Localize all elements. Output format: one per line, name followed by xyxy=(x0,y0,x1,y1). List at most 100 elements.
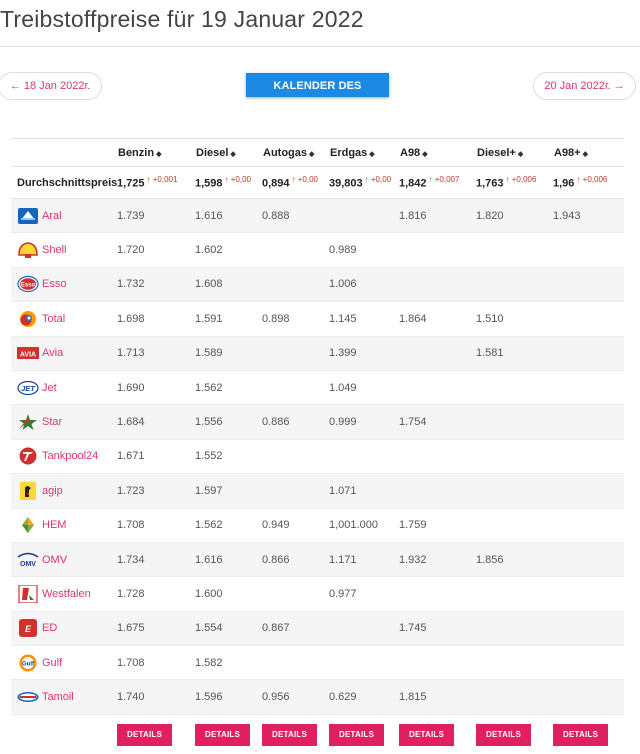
station-cell: Westfalen xyxy=(11,577,117,611)
details-button-erdgas[interactable]: DETAILS xyxy=(329,723,385,746)
price-cell: 1.820 xyxy=(476,209,504,222)
column-header-diesel[interactable]: Diesel ◆ xyxy=(195,139,262,167)
column-header-a98[interactable]: A98 ◆ xyxy=(399,139,476,167)
price-cell: 1.759 xyxy=(399,519,427,532)
price-cell xyxy=(553,542,624,576)
svg-text:Gulf: Gulf xyxy=(22,661,35,667)
previous-day-button[interactable]: ← 18 Jan 2022г. xyxy=(0,72,102,100)
station-link[interactable]: Gulf xyxy=(42,657,62,669)
sort-icon: ◆ xyxy=(422,150,428,158)
column-header-benzin[interactable]: Benzin ◆ xyxy=(117,139,195,167)
station-cell: Shell xyxy=(11,233,117,267)
station-link[interactable]: Avia xyxy=(42,347,63,359)
price-cell xyxy=(553,336,624,370)
price-cell: 1.616 xyxy=(195,209,223,222)
tamoil-logo-icon xyxy=(17,688,39,706)
price-cell: 1.671 xyxy=(117,450,145,463)
column-header-autogas[interactable]: Autogas ◆ xyxy=(262,139,329,167)
table-row: JET Jet 1.690 1.562 1.049 xyxy=(11,370,624,405)
svg-text:Esso: Esso xyxy=(21,283,36,289)
price-cell: 1.943 xyxy=(553,209,581,222)
fuel-price-table: Benzin ◆ Diesel ◆ Autogas ◆ Erdgas ◆ A98 ◆ Diesel+… xyxy=(11,138,624,754)
price-cell: 1.754 xyxy=(399,416,427,429)
average-price-cell: 1,598 ↑ +0,00 xyxy=(195,167,262,199)
details-button-diesel[interactable]: DETAILS xyxy=(195,723,251,746)
price-cell xyxy=(476,405,553,439)
price-cell: 1.815 xyxy=(399,691,427,704)
column-header-erdgas[interactable]: Erdgas ◆ xyxy=(329,139,399,167)
price-cell xyxy=(399,577,476,611)
details-button-autogas[interactable]: DETAILS xyxy=(262,723,318,746)
price-cell xyxy=(553,370,624,404)
next-day-button[interactable]: 20 Jan 2022г. → xyxy=(533,72,636,100)
station-link[interactable]: Tamoil xyxy=(42,691,74,703)
sort-icon: ◆ xyxy=(230,150,236,158)
station-link[interactable]: Star xyxy=(42,416,62,428)
details-cell: DETAILS xyxy=(399,714,476,754)
average-price-row: Durchschnittspreis 1,725 ↑ +0,001 1,598 ↑ +… xyxy=(11,166,624,199)
details-button-a98[interactable]: DETAILS xyxy=(399,723,455,746)
tankpool24-logo-icon xyxy=(17,447,39,465)
price-cell: 1.589 xyxy=(195,347,223,360)
average-price-value: 39,803 xyxy=(329,177,363,190)
details-button-benzin[interactable]: DETAILS xyxy=(117,723,173,746)
table-row: Gulf Gulf 1.708 1.582 xyxy=(11,646,624,680)
station-link[interactable]: ED xyxy=(42,622,57,634)
details-cell: DETAILS xyxy=(262,714,329,754)
price-cell: 1.591 xyxy=(195,312,223,325)
details-button-a98-plus[interactable]: DETAILS xyxy=(553,723,609,746)
column-label: Autogas xyxy=(263,146,307,159)
price-change-up: ↑ +0,007 xyxy=(428,175,460,185)
price-cell: 1.600 xyxy=(195,587,223,600)
price-cell: 1.739 xyxy=(117,209,145,222)
station-link[interactable]: Total xyxy=(42,313,65,325)
station-cell: Tamoil xyxy=(11,680,117,714)
month-calendar-button[interactable]: KALENDER DES MONATS xyxy=(246,73,389,116)
price-cell xyxy=(476,233,553,267)
station-link[interactable]: Jet xyxy=(42,382,57,394)
station-link[interactable]: Tankpool24 xyxy=(42,450,98,462)
price-cell: 1.698 xyxy=(117,312,145,325)
details-cell: DETAILS xyxy=(195,714,262,754)
station-link[interactable]: Shell xyxy=(42,244,66,256)
price-cell xyxy=(476,508,553,542)
station-link[interactable]: agip xyxy=(42,485,63,497)
svg-text:OMV: OMV xyxy=(20,561,36,568)
gulf-logo-icon: Gulf xyxy=(17,654,39,672)
station-link[interactable]: Aral xyxy=(42,210,62,222)
details-row: DETAILS DETAILS DETAILS DETAILS DETAILS DETAI… xyxy=(11,714,624,754)
price-cell xyxy=(262,439,329,473)
price-cell xyxy=(476,577,553,611)
svg-text:JET: JET xyxy=(21,384,36,393)
price-cell xyxy=(399,233,476,267)
price-cell xyxy=(476,646,553,680)
station-link[interactable]: Westfalen xyxy=(42,588,91,600)
price-cell: 1.399 xyxy=(329,347,357,360)
hem-logo-icon xyxy=(17,516,39,534)
price-cell xyxy=(399,267,476,301)
price-cell: 1.745 xyxy=(399,622,427,635)
average-price-value: 1,598 xyxy=(195,177,223,190)
station-link[interactable]: OMV xyxy=(42,554,67,566)
station-cell: Gulf Gulf xyxy=(11,646,117,680)
column-header-diesel-plus[interactable]: Diesel+ ◆ xyxy=(476,139,553,167)
details-button-diesel-plus[interactable]: DETAILS xyxy=(476,723,532,746)
price-cell: 1.582 xyxy=(195,656,223,669)
header-station xyxy=(11,139,117,167)
price-cell xyxy=(262,370,329,404)
price-cell: 1.006 xyxy=(329,278,357,291)
table-row: E ED 1.675 1.554 0.867 1.745 xyxy=(11,611,624,646)
price-cell: 0.989 xyxy=(329,244,357,257)
price-cell xyxy=(553,646,624,680)
price-cell: 1.596 xyxy=(195,691,223,704)
station-link[interactable]: Esso xyxy=(42,278,66,290)
price-cell: 1.602 xyxy=(195,244,223,257)
station-link[interactable]: HEM xyxy=(42,519,66,531)
station-cell: Total xyxy=(11,302,117,336)
price-cell xyxy=(399,439,476,473)
column-header-a98-plus[interactable]: A98+ ◆ xyxy=(553,139,624,167)
average-price-cell: 1,842 ↑ +0,007 xyxy=(399,167,476,199)
price-change-up: ↑ +0,006 xyxy=(505,175,537,185)
price-cell: 0.977 xyxy=(329,587,357,600)
price-cell xyxy=(399,336,476,370)
